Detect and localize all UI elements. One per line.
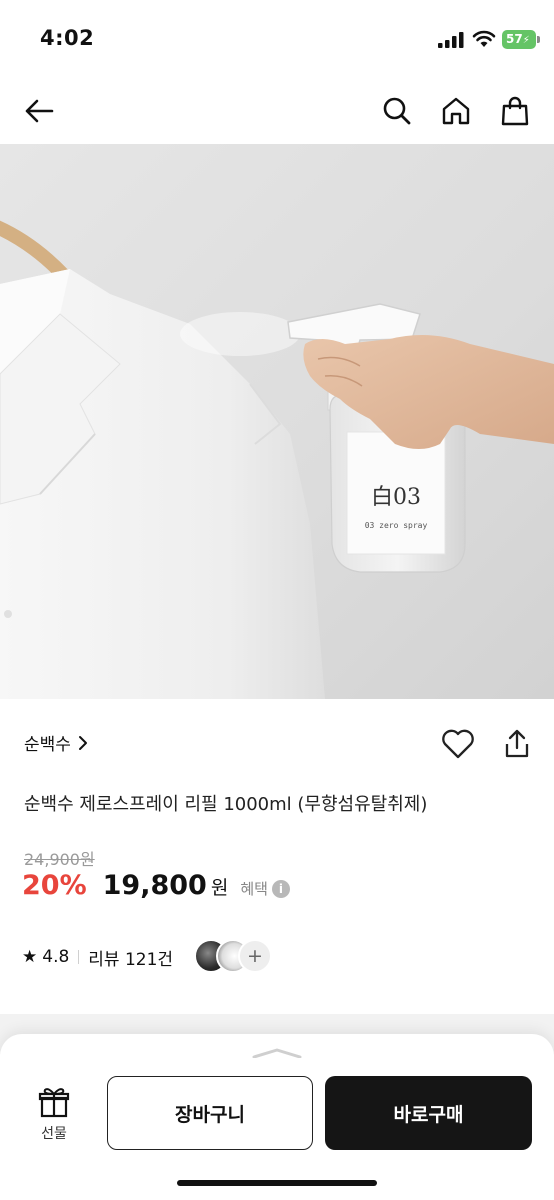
battery-level: 57 — [506, 32, 523, 46]
status-bar: 4:02 57⚡ — [0, 0, 554, 80]
brand-link[interactable]: 순백수 — [24, 730, 89, 755]
product-image-carousel[interactable]: 白03 03 zero spray 3 | 3 — [0, 144, 554, 699]
status-time: 4:02 — [40, 26, 95, 50]
gift-icon — [38, 1088, 70, 1118]
product-title: 순백수 제로스프레이 리필 1000ml (무향섬유탈취제) — [24, 794, 428, 815]
bottle-label-main: 白03 — [371, 485, 421, 510]
original-price: 24,900원 — [24, 850, 95, 869]
gift-label: 선물 — [41, 1126, 67, 1142]
info-icon: i — [271, 879, 290, 898]
heart-icon[interactable] — [440, 727, 476, 761]
wifi-icon — [472, 30, 496, 47]
share-icon[interactable] — [500, 727, 534, 761]
add-to-cart-button[interactable]: 장바구니 — [107, 1076, 313, 1150]
chevron-up-icon[interactable] — [252, 1048, 302, 1058]
benefit-button[interactable]: 혜택 i — [240, 878, 290, 899]
home-icon — [442, 97, 470, 125]
currency-unit: 원 — [210, 877, 229, 899]
divider — [78, 950, 80, 964]
purchase-bottom-sheet: 선물 장바구니 바로구매 — [0, 1034, 554, 1200]
discount-rate: 20% — [22, 870, 87, 901]
buy-now-button[interactable]: 바로구매 — [325, 1076, 532, 1150]
rating-value: 4.8 — [42, 947, 70, 967]
gift-button[interactable]: 선물 — [24, 1086, 84, 1146]
home-button[interactable] — [437, 92, 475, 130]
arrow-left-icon — [25, 99, 54, 123]
rating-review-row[interactable]: ★ 4.8 리뷰 121건 — [22, 940, 173, 974]
brand-name: 순백수 — [24, 735, 71, 755]
cart-bag-button[interactable] — [496, 92, 534, 130]
back-button[interactable] — [20, 92, 58, 130]
search-button[interactable] — [378, 92, 416, 130]
star-icon: ★ — [22, 947, 38, 967]
battery-cap — [537, 36, 540, 43]
battery-indicator: 57⚡ — [502, 30, 536, 49]
more-photos-icon[interactable]: + — [238, 939, 272, 973]
review-count: 리뷰 121건 — [88, 949, 174, 970]
shopping-bag-icon — [501, 96, 529, 126]
charging-icon: ⚡ — [522, 35, 530, 46]
bottle-label-sub: 03 zero spray — [365, 521, 428, 530]
price-row: 20% 19,800 원 혜택 i — [22, 870, 290, 910]
top-nav — [0, 80, 554, 142]
home-indicator — [177, 1180, 377, 1186]
search-icon — [383, 97, 411, 125]
benefit-label: 혜택 — [240, 880, 268, 898]
review-photo-thumbnails[interactable]: + — [194, 939, 284, 975]
signal-icon — [438, 32, 464, 48]
product-photo: 白03 03 zero spray — [0, 144, 554, 699]
sale-price: 19,800 — [102, 870, 207, 901]
chevron-right-icon — [78, 735, 87, 750]
